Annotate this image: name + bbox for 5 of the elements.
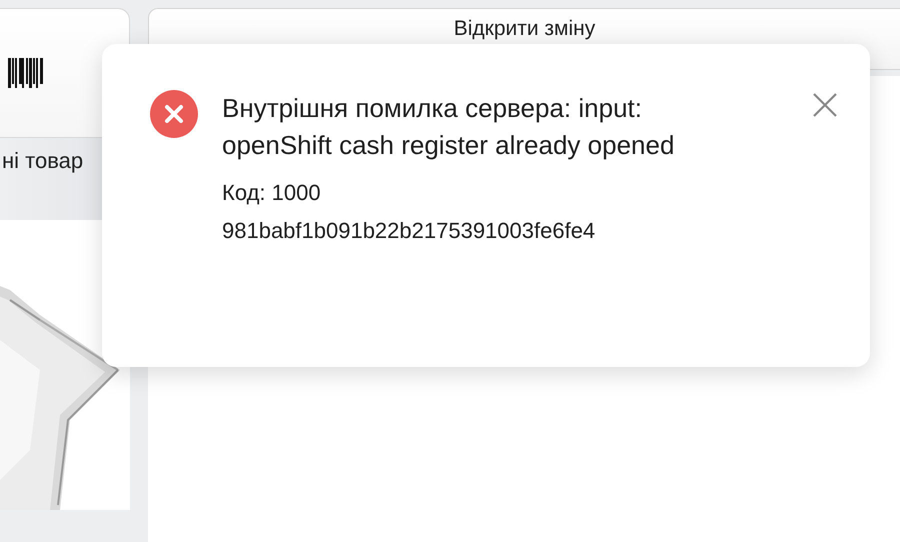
trace-id: 981babf1b091b22b2175391003fe6fe4 — [222, 217, 596, 245]
close-icon[interactable] — [812, 92, 838, 118]
error-code: Код: 1000 — [222, 179, 322, 207]
error-message: Внутрішня помилка сервера: input: openShift cash register already opened — [222, 92, 676, 162]
barcode-icon — [8, 58, 44, 88]
